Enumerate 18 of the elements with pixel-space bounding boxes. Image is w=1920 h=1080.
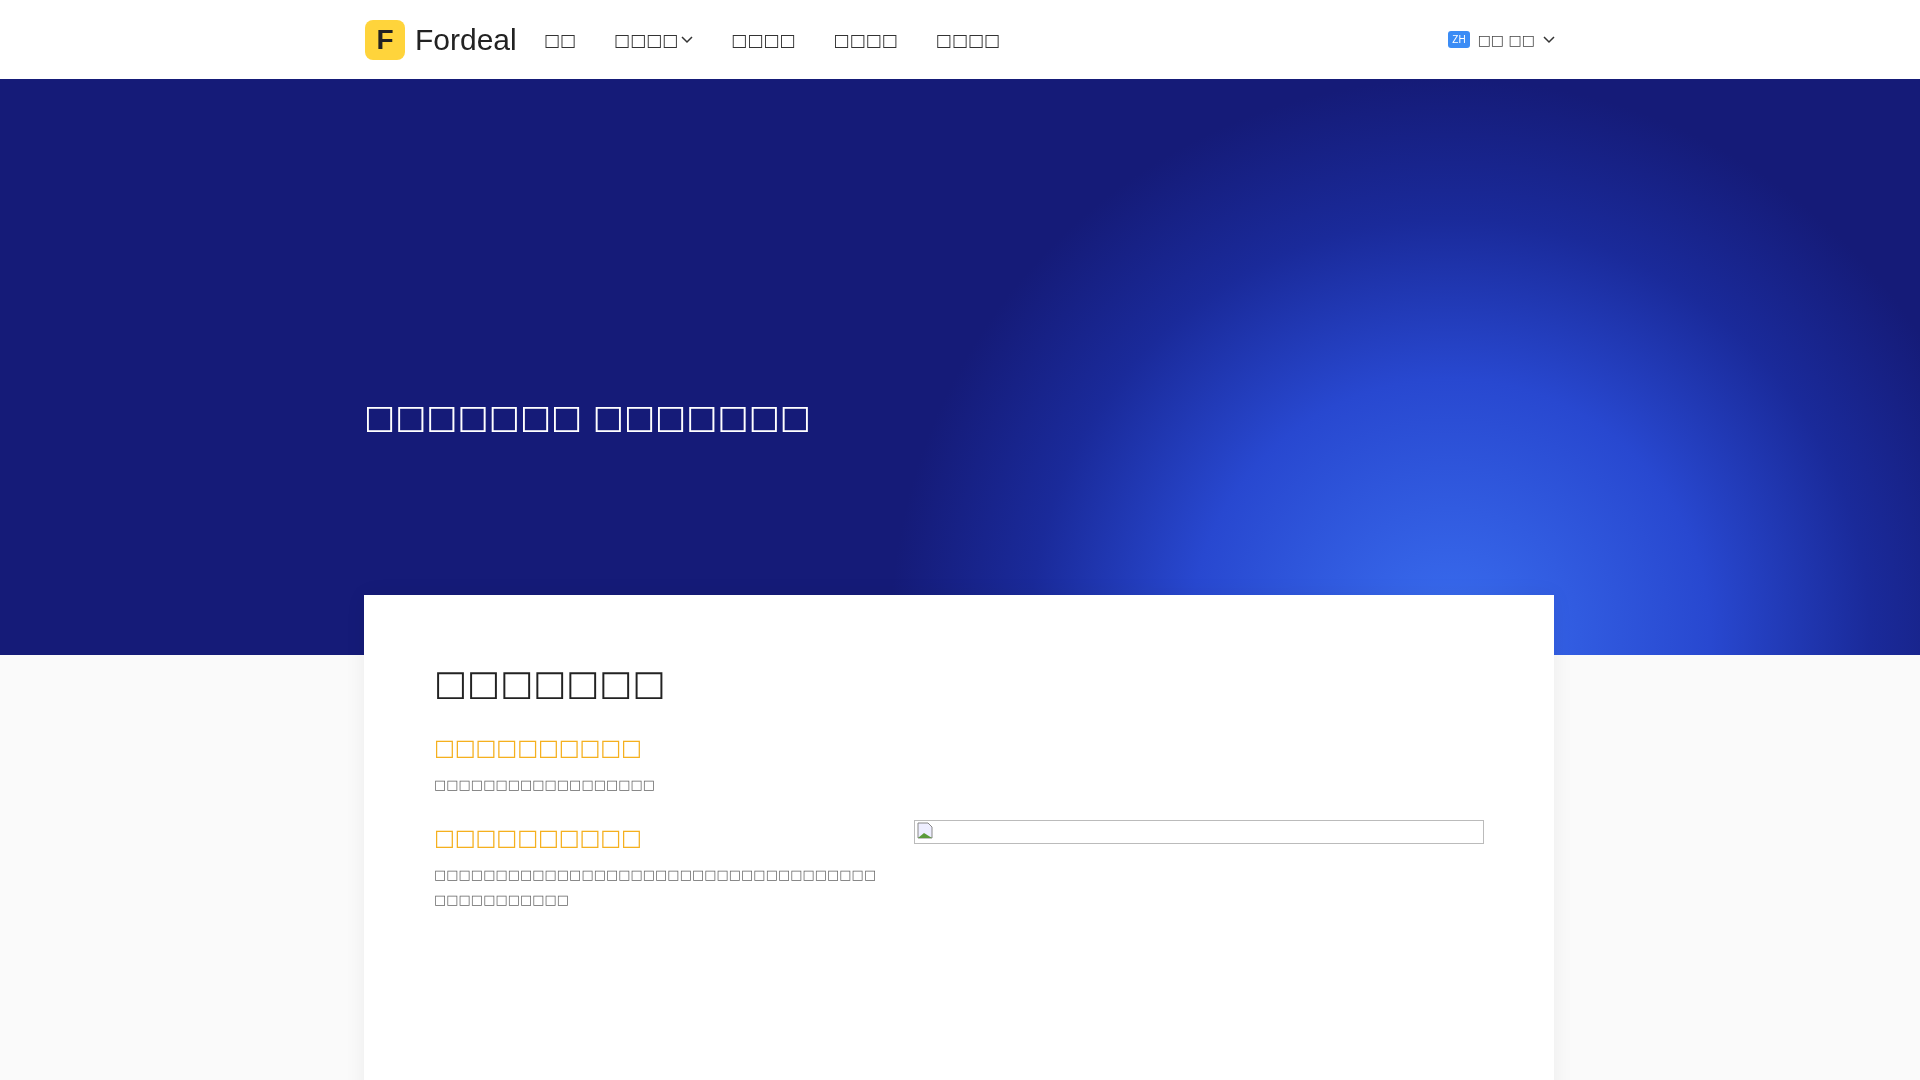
language-badge: ZH bbox=[1448, 31, 1470, 48]
logo-icon[interactable]: F bbox=[365, 19, 405, 60]
card-title: □□□□□□□ bbox=[434, 663, 667, 703]
broken-image-icon bbox=[917, 822, 933, 839]
section-heading: □□□□□□□□□□ bbox=[434, 825, 643, 850]
nav-link[interactable]: □□□□ bbox=[930, 29, 1005, 50]
nav-link[interactable]: □□□□ bbox=[828, 29, 903, 50]
chevron-down-icon bbox=[1543, 35, 1555, 44]
section-text: □□□□□□□□□□□□□□□□□□□□□□□□□□□□□□□□□□□□□□□□□□□□□□□ bbox=[434, 866, 878, 909]
logo-text[interactable]: Fordeal bbox=[415, 22, 517, 57]
hero-title: □□□□□□□ □□□□□□□ bbox=[364, 397, 811, 436]
nav-link[interactable]: □□□□ bbox=[608, 29, 699, 50]
nav-link[interactable]: □□□□ bbox=[726, 29, 801, 50]
language-selector[interactable]: ZH □□ □□ bbox=[1448, 31, 1555, 48]
chevron-down-icon bbox=[681, 35, 694, 44]
nav-link[interactable]: □□ bbox=[538, 29, 581, 50]
section-heading: □□□□□□□□□□ bbox=[434, 735, 643, 760]
section-text: □□□□□□□□□□□□□□□□□□ bbox=[434, 776, 657, 794]
